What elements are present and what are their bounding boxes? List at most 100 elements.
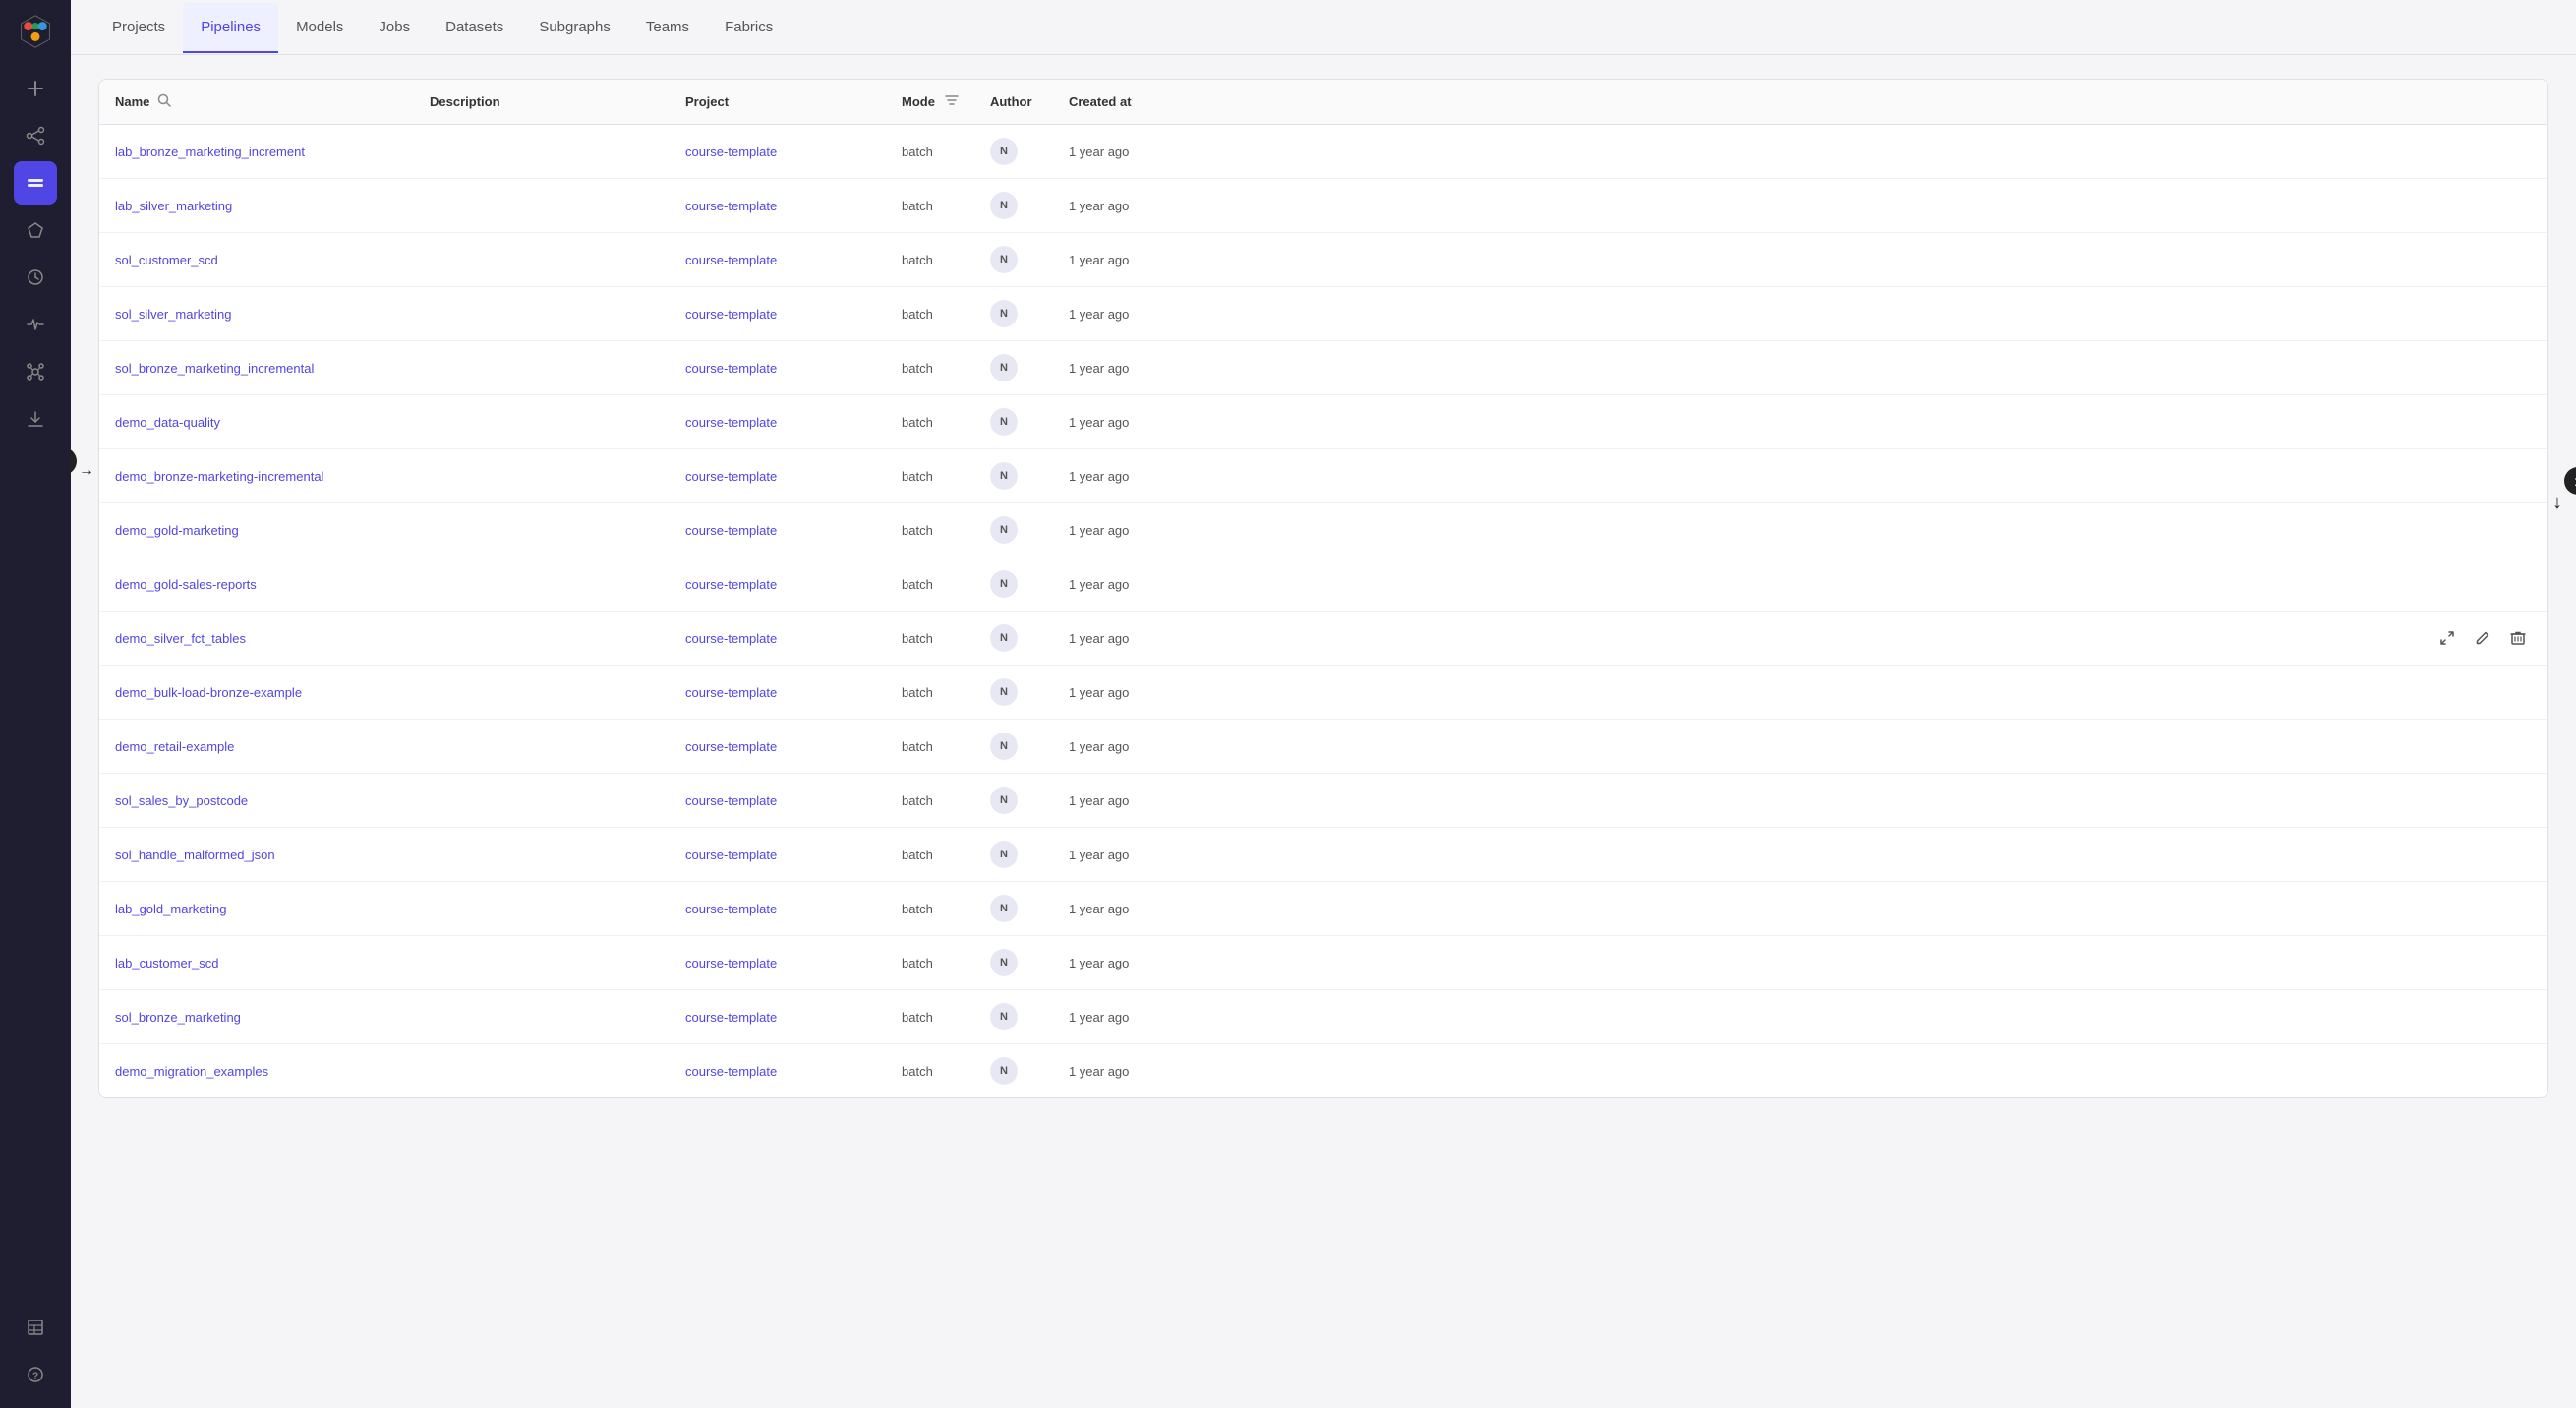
expand-action-icon[interactable] — [2433, 895, 2461, 922]
edit-action-icon[interactable] — [2469, 787, 2496, 814]
table-icon[interactable] — [14, 1306, 57, 1349]
search-icon[interactable] — [157, 93, 171, 110]
gem-icon[interactable] — [14, 208, 57, 252]
help-icon[interactable]: ? — [14, 1353, 57, 1396]
expand-action-icon[interactable] — [2433, 733, 2461, 760]
edit-action-icon[interactable] — [2469, 841, 2496, 868]
delete-action-icon[interactable] — [2504, 138, 2532, 165]
edit-action-icon[interactable] — [2469, 516, 2496, 544]
tab-teams[interactable]: Teams — [628, 3, 707, 53]
delete-action-icon[interactable] — [2504, 354, 2532, 381]
expand-action-icon[interactable] — [2433, 354, 2461, 381]
tab-pipelines[interactable]: Pipelines — [183, 3, 278, 53]
delete-action-icon[interactable] — [2504, 624, 2532, 652]
edit-action-icon[interactable] — [2469, 138, 2496, 165]
expand-action-icon[interactable] — [2433, 1057, 2461, 1085]
nodes-icon[interactable] — [14, 114, 57, 157]
edit-action-icon[interactable] — [2469, 1003, 2496, 1030]
delete-action-icon[interactable] — [2504, 841, 2532, 868]
edit-action-icon[interactable] — [2469, 246, 2496, 273]
delete-action-icon[interactable] — [2504, 300, 2532, 327]
edit-action-icon[interactable] — [2469, 733, 2496, 760]
expand-action-icon[interactable] — [2433, 246, 2461, 273]
tab-jobs[interactable]: Jobs — [361, 3, 428, 53]
delete-action-icon[interactable] — [2504, 733, 2532, 760]
pulse-icon[interactable] — [14, 303, 57, 346]
pipeline-link[interactable]: lab_silver_marketing — [115, 199, 232, 213]
add-icon[interactable] — [14, 67, 57, 110]
pipeline-link[interactable]: sol_bronze_marketing — [115, 1010, 241, 1025]
pipeline-link[interactable]: sol_customer_scd — [115, 253, 218, 267]
project-link[interactable]: course-template — [685, 307, 777, 322]
edit-action-icon[interactable] — [2469, 624, 2496, 652]
project-link[interactable]: course-template — [685, 1010, 777, 1025]
expand-action-icon[interactable] — [2433, 787, 2461, 814]
pipeline-link[interactable]: demo_gold-sales-reports — [115, 577, 257, 592]
project-link[interactable]: course-template — [685, 956, 777, 970]
expand-action-icon[interactable] — [2433, 678, 2461, 706]
expand-action-icon[interactable] — [2433, 138, 2461, 165]
edit-action-icon[interactable] — [2469, 949, 2496, 976]
tab-datasets[interactable]: Datasets — [428, 3, 521, 53]
edit-action-icon[interactable] — [2469, 462, 2496, 490]
expand-action-icon[interactable] — [2433, 516, 2461, 544]
tab-models[interactable]: Models — [278, 3, 361, 53]
project-link[interactable]: course-template — [685, 1064, 777, 1079]
delete-action-icon[interactable] — [2504, 570, 2532, 598]
project-link[interactable]: course-template — [685, 793, 777, 808]
tab-fabrics[interactable]: Fabrics — [707, 3, 790, 53]
project-link[interactable]: course-template — [685, 685, 777, 700]
delete-action-icon[interactable] — [2504, 408, 2532, 436]
pipeline-link[interactable]: lab_customer_scd — [115, 956, 219, 970]
edit-action-icon[interactable] — [2469, 1057, 2496, 1085]
pipeline-link[interactable]: demo_data-quality — [115, 415, 220, 430]
expand-action-icon[interactable] — [2433, 300, 2461, 327]
subgraph-icon[interactable] — [14, 350, 57, 393]
project-link[interactable]: course-template — [685, 902, 777, 916]
delete-action-icon[interactable] — [2504, 1057, 2532, 1085]
edit-action-icon[interactable] — [2469, 895, 2496, 922]
delete-action-icon[interactable] — [2504, 462, 2532, 490]
delete-action-icon[interactable] — [2504, 246, 2532, 273]
tab-projects[interactable]: Projects — [94, 3, 183, 53]
edit-action-icon[interactable] — [2469, 300, 2496, 327]
project-link[interactable]: course-template — [685, 739, 777, 754]
pipeline-link[interactable]: demo_bronze-marketing-incremental — [115, 469, 323, 484]
pipeline-link[interactable]: sol_handle_malformed_json — [115, 848, 275, 862]
edit-action-icon[interactable] — [2469, 570, 2496, 598]
pipeline-link[interactable]: sol_sales_by_postcode — [115, 793, 248, 808]
pipeline-link[interactable]: sol_silver_marketing — [115, 307, 232, 322]
expand-action-icon[interactable] — [2433, 192, 2461, 219]
project-link[interactable]: course-template — [685, 199, 777, 213]
tab-subgraphs[interactable]: Subgraphs — [521, 3, 628, 53]
expand-action-icon[interactable] — [2433, 462, 2461, 490]
pipeline-link[interactable]: lab_gold_marketing — [115, 902, 226, 916]
delete-action-icon[interactable] — [2504, 516, 2532, 544]
project-link[interactable]: course-template — [685, 415, 777, 430]
pipeline-link[interactable]: sol_bronze_marketing_incremental — [115, 361, 314, 376]
edit-action-icon[interactable] — [2469, 192, 2496, 219]
expand-action-icon[interactable] — [2433, 570, 2461, 598]
project-link[interactable]: course-template — [685, 631, 777, 646]
edit-action-icon[interactable] — [2469, 408, 2496, 436]
delete-action-icon[interactable] — [2504, 678, 2532, 706]
delete-action-icon[interactable] — [2504, 192, 2532, 219]
pipeline-link[interactable]: lab_bronze_marketing_increment — [115, 145, 305, 159]
project-link[interactable]: course-template — [685, 145, 777, 159]
project-link[interactable]: course-template — [685, 469, 777, 484]
pipeline-link[interactable]: demo_bulk-load-bronze-example — [115, 685, 302, 700]
expand-action-icon[interactable] — [2433, 408, 2461, 436]
clock-icon[interactable] — [14, 256, 57, 299]
edit-action-icon[interactable] — [2469, 354, 2496, 381]
download-icon[interactable] — [14, 397, 57, 440]
expand-action-icon[interactable] — [2433, 1003, 2461, 1030]
pipeline-link[interactable]: demo_retail-example — [115, 739, 234, 754]
pipeline-link[interactable]: demo_gold-marketing — [115, 523, 239, 538]
expand-action-icon[interactable] — [2433, 949, 2461, 976]
project-link[interactable]: course-template — [685, 253, 777, 267]
delete-action-icon[interactable] — [2504, 949, 2532, 976]
expand-action-icon[interactable] — [2433, 841, 2461, 868]
filter-icon[interactable] — [945, 93, 959, 110]
project-link[interactable]: course-template — [685, 523, 777, 538]
project-link[interactable]: course-template — [685, 577, 777, 592]
